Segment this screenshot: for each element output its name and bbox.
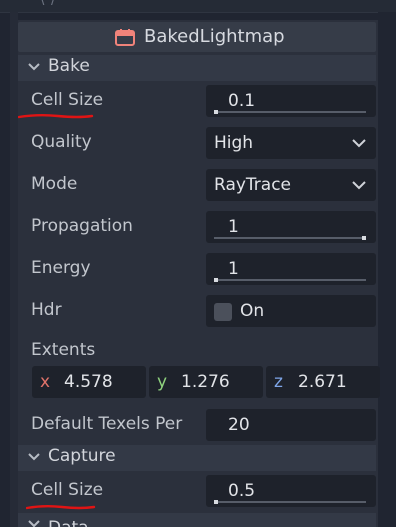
baked-lightmap-icon <box>115 29 135 46</box>
section-bake[interactable]: Bake <box>18 55 376 81</box>
red-annotation-underline <box>18 114 94 119</box>
extents-y-value: 1.276 <box>181 372 230 392</box>
property-energy: Energy 1 <box>18 250 376 288</box>
hdr-checkbox[interactable]: On <box>206 295 376 327</box>
energy-label: Energy <box>31 258 91 278</box>
hdr-checkbox-box[interactable] <box>214 303 232 321</box>
default-texels-field[interactable]: 20 <box>206 409 376 441</box>
cell-size-label: Cell Size <box>31 90 104 110</box>
cell-size-slider-grabber[interactable] <box>214 110 218 114</box>
extents-y-axis-label: y <box>157 372 168 392</box>
extents-label: Extents <box>31 340 96 360</box>
energy-slider[interactable]: 1 <box>206 253 376 285</box>
propagation-value: 1 <box>228 217 239 237</box>
mode-dropdown[interactable]: RayTrace <box>206 169 376 201</box>
energy-value: 1 <box>228 259 239 279</box>
mode-label: Mode <box>31 174 78 194</box>
node-header: BakedLightmap <box>18 22 376 52</box>
quality-dropdown[interactable]: High <box>206 127 376 159</box>
section-capture[interactable]: Capture <box>18 445 376 471</box>
chevron-down-icon <box>352 181 366 190</box>
hdr-label: Hdr <box>31 300 62 320</box>
extents-x-axis-label: x <box>40 372 51 392</box>
section-capture-label: Capture <box>48 446 116 466</box>
energy-slider-grabber[interactable] <box>214 278 218 282</box>
extents-z-value: 2.671 <box>298 372 347 392</box>
cell-size-slider-track <box>214 111 366 113</box>
chevron-down-icon <box>352 139 366 148</box>
propagation-label: Propagation <box>31 216 133 236</box>
right-rail <box>378 12 396 527</box>
capture-cell-size-label: Cell Size <box>31 480 104 500</box>
cell-size-slider[interactable]: 0.1 <box>206 85 376 117</box>
extents-z-field[interactable]: z 2.671 <box>266 366 380 398</box>
section-data[interactable]: Data <box>18 513 376 527</box>
capture-cell-size-slider-track <box>214 501 366 503</box>
property-mode: Mode RayTrace <box>18 166 376 204</box>
propagation-slider-track <box>214 237 366 239</box>
extents-x-field[interactable]: x 4.578 <box>32 366 146 398</box>
extents-z-axis-label: z <box>274 372 283 392</box>
capture-cell-size-value: 0.5 <box>228 481 256 501</box>
hdr-checkbox-text: On <box>240 301 265 321</box>
capture-cell-size-slider[interactable]: 0.5 <box>206 475 376 507</box>
default-texels-value: 20 <box>228 415 250 435</box>
property-propagation: Propagation 1 <box>18 208 376 246</box>
extents-x-value: 4.578 <box>64 372 113 392</box>
chevron-down-icon <box>28 520 40 527</box>
left-rail <box>10 12 18 527</box>
property-hdr: Hdr On <box>18 292 376 330</box>
propagation-slider[interactable]: 1 <box>206 211 376 243</box>
quality-label: Quality <box>31 132 92 152</box>
section-bake-label: Bake <box>48 56 90 76</box>
property-quality: Quality High <box>18 124 376 162</box>
section-data-label: Data <box>48 518 89 527</box>
red-annotation-underline <box>26 505 96 510</box>
default-texels-label: Default Texels Per <box>31 414 183 434</box>
inspector-top-strip: ⟨ ⟩ <box>0 0 396 13</box>
energy-slider-track <box>214 279 366 281</box>
propagation-slider-grabber[interactable] <box>362 236 366 240</box>
node-title: BakedLightmap <box>144 26 285 47</box>
capture-cell-size-slider-grabber[interactable] <box>214 500 218 504</box>
chevron-down-icon <box>28 453 40 461</box>
top-strip-partial-text: ⟨ ⟩ <box>40 0 55 7</box>
cell-size-value: 0.1 <box>228 91 256 111</box>
extents-y-field[interactable]: y 1.276 <box>149 366 263 398</box>
chevron-down-icon <box>28 63 40 71</box>
property-default-texels: Default Texels Per 20 <box>18 406 376 444</box>
mode-selected: RayTrace <box>214 175 292 195</box>
quality-selected: High <box>214 133 254 153</box>
